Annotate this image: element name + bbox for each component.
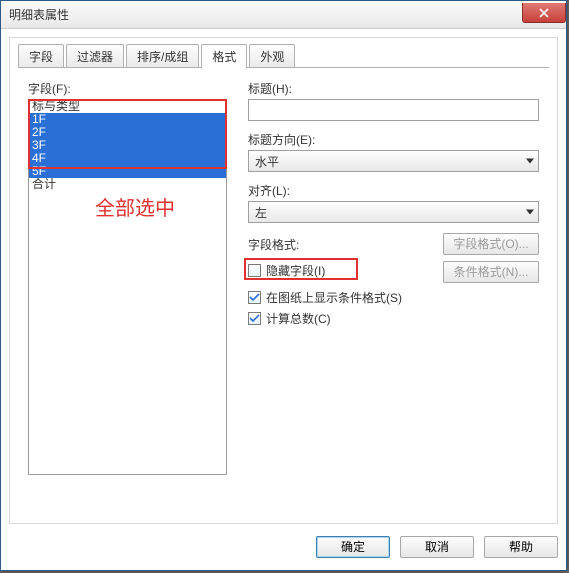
title-text: 明细表属性 (9, 6, 69, 23)
chevron-down-icon (526, 159, 534, 164)
tab-label: 外观 (260, 50, 284, 64)
list-item[interactable]: 2F (29, 126, 226, 139)
button-label: 确定 (341, 540, 365, 554)
align-value: 左 (255, 204, 267, 221)
tab-filters[interactable]: 过滤器 (66, 44, 124, 68)
calc-total-checkbox[interactable] (248, 312, 261, 325)
align-combo[interactable]: 左 (248, 201, 539, 223)
button-label: 帮助 (509, 540, 533, 554)
title-label: 标题(H): (248, 80, 539, 97)
show-cond-format-label: 在图纸上显示条件格式(S) (266, 289, 402, 306)
orientation-combo[interactable]: 水平 (248, 150, 539, 172)
help-button[interactable]: 帮助 (484, 536, 558, 558)
ok-button[interactable]: 确定 (316, 536, 390, 558)
field-format-label: 字段格式: (248, 236, 443, 253)
list-item[interactable]: 1F (29, 113, 226, 126)
fields-column: 字段(F): 标与类型1F2F3F4F5F合计 全部选中 (28, 80, 228, 475)
button-label: 条件格式(N)... (454, 265, 529, 279)
conditional-format-button[interactable]: 条件格式(N)... (443, 261, 539, 283)
hide-field-checkbox[interactable] (248, 264, 261, 277)
close-icon (539, 8, 549, 18)
list-item[interactable]: 4F (29, 152, 226, 165)
titlebar[interactable]: 明细表属性 (1, 1, 566, 29)
field-format-button[interactable]: 字段格式(O)... (443, 233, 539, 255)
annotation-text: 全部选中 (95, 192, 175, 221)
tab-fields[interactable]: 字段 (18, 44, 64, 68)
dialog-footer: 确定 取消 帮助 (9, 532, 558, 562)
list-item[interactable]: 3F (29, 139, 226, 152)
tab-appearance[interactable]: 外观 (249, 44, 295, 68)
tab-label: 过滤器 (77, 50, 113, 64)
chevron-down-icon (526, 210, 534, 215)
format-options: 标题(H): 标题方向(E): 水平 对齐(L): 左 (248, 80, 539, 331)
list-item[interactable]: 合计 (29, 178, 226, 191)
orientation-value: 水平 (255, 153, 279, 170)
tab-label: 字段 (29, 50, 53, 64)
tab-label: 排序/成组 (137, 50, 188, 64)
tab-label: 格式 (212, 50, 236, 64)
button-label: 字段格式(O)... (453, 237, 528, 251)
cancel-button[interactable]: 取消 (400, 536, 474, 558)
dialog-detail-table-props: 明细表属性 字段 过滤器 排序/成组 格式 外观 字段(F): 标与类型1F2F… (0, 0, 567, 571)
align-label: 对齐(L): (248, 182, 539, 199)
format-panel: 字段(F): 标与类型1F2F3F4F5F合计 全部选中 标题(H): 标题方向… (18, 68, 549, 515)
show-cond-format-checkbox[interactable] (248, 291, 261, 304)
fields-label: 字段(F): (28, 80, 228, 97)
orientation-label: 标题方向(E): (248, 131, 539, 148)
title-input[interactable] (248, 99, 539, 121)
list-item[interactable]: 5F (29, 165, 226, 178)
client-area: 字段 过滤器 排序/成组 格式 外观 字段(F): 标与类型1F2F3F4F5F… (9, 37, 558, 524)
list-item[interactable]: 标与类型 (29, 100, 226, 113)
fields-listbox[interactable]: 标与类型1F2F3F4F5F合计 全部选中 (28, 99, 227, 475)
button-label: 取消 (425, 540, 449, 554)
tab-strip: 字段 过滤器 排序/成组 格式 外观 (18, 44, 549, 68)
close-button[interactable] (522, 3, 566, 23)
hide-field-label: 隐藏字段(I) (266, 262, 325, 279)
tab-sort-group[interactable]: 排序/成组 (126, 44, 199, 68)
calc-total-label: 计算总数(C) (266, 310, 331, 327)
tab-format[interactable]: 格式 (201, 44, 247, 68)
